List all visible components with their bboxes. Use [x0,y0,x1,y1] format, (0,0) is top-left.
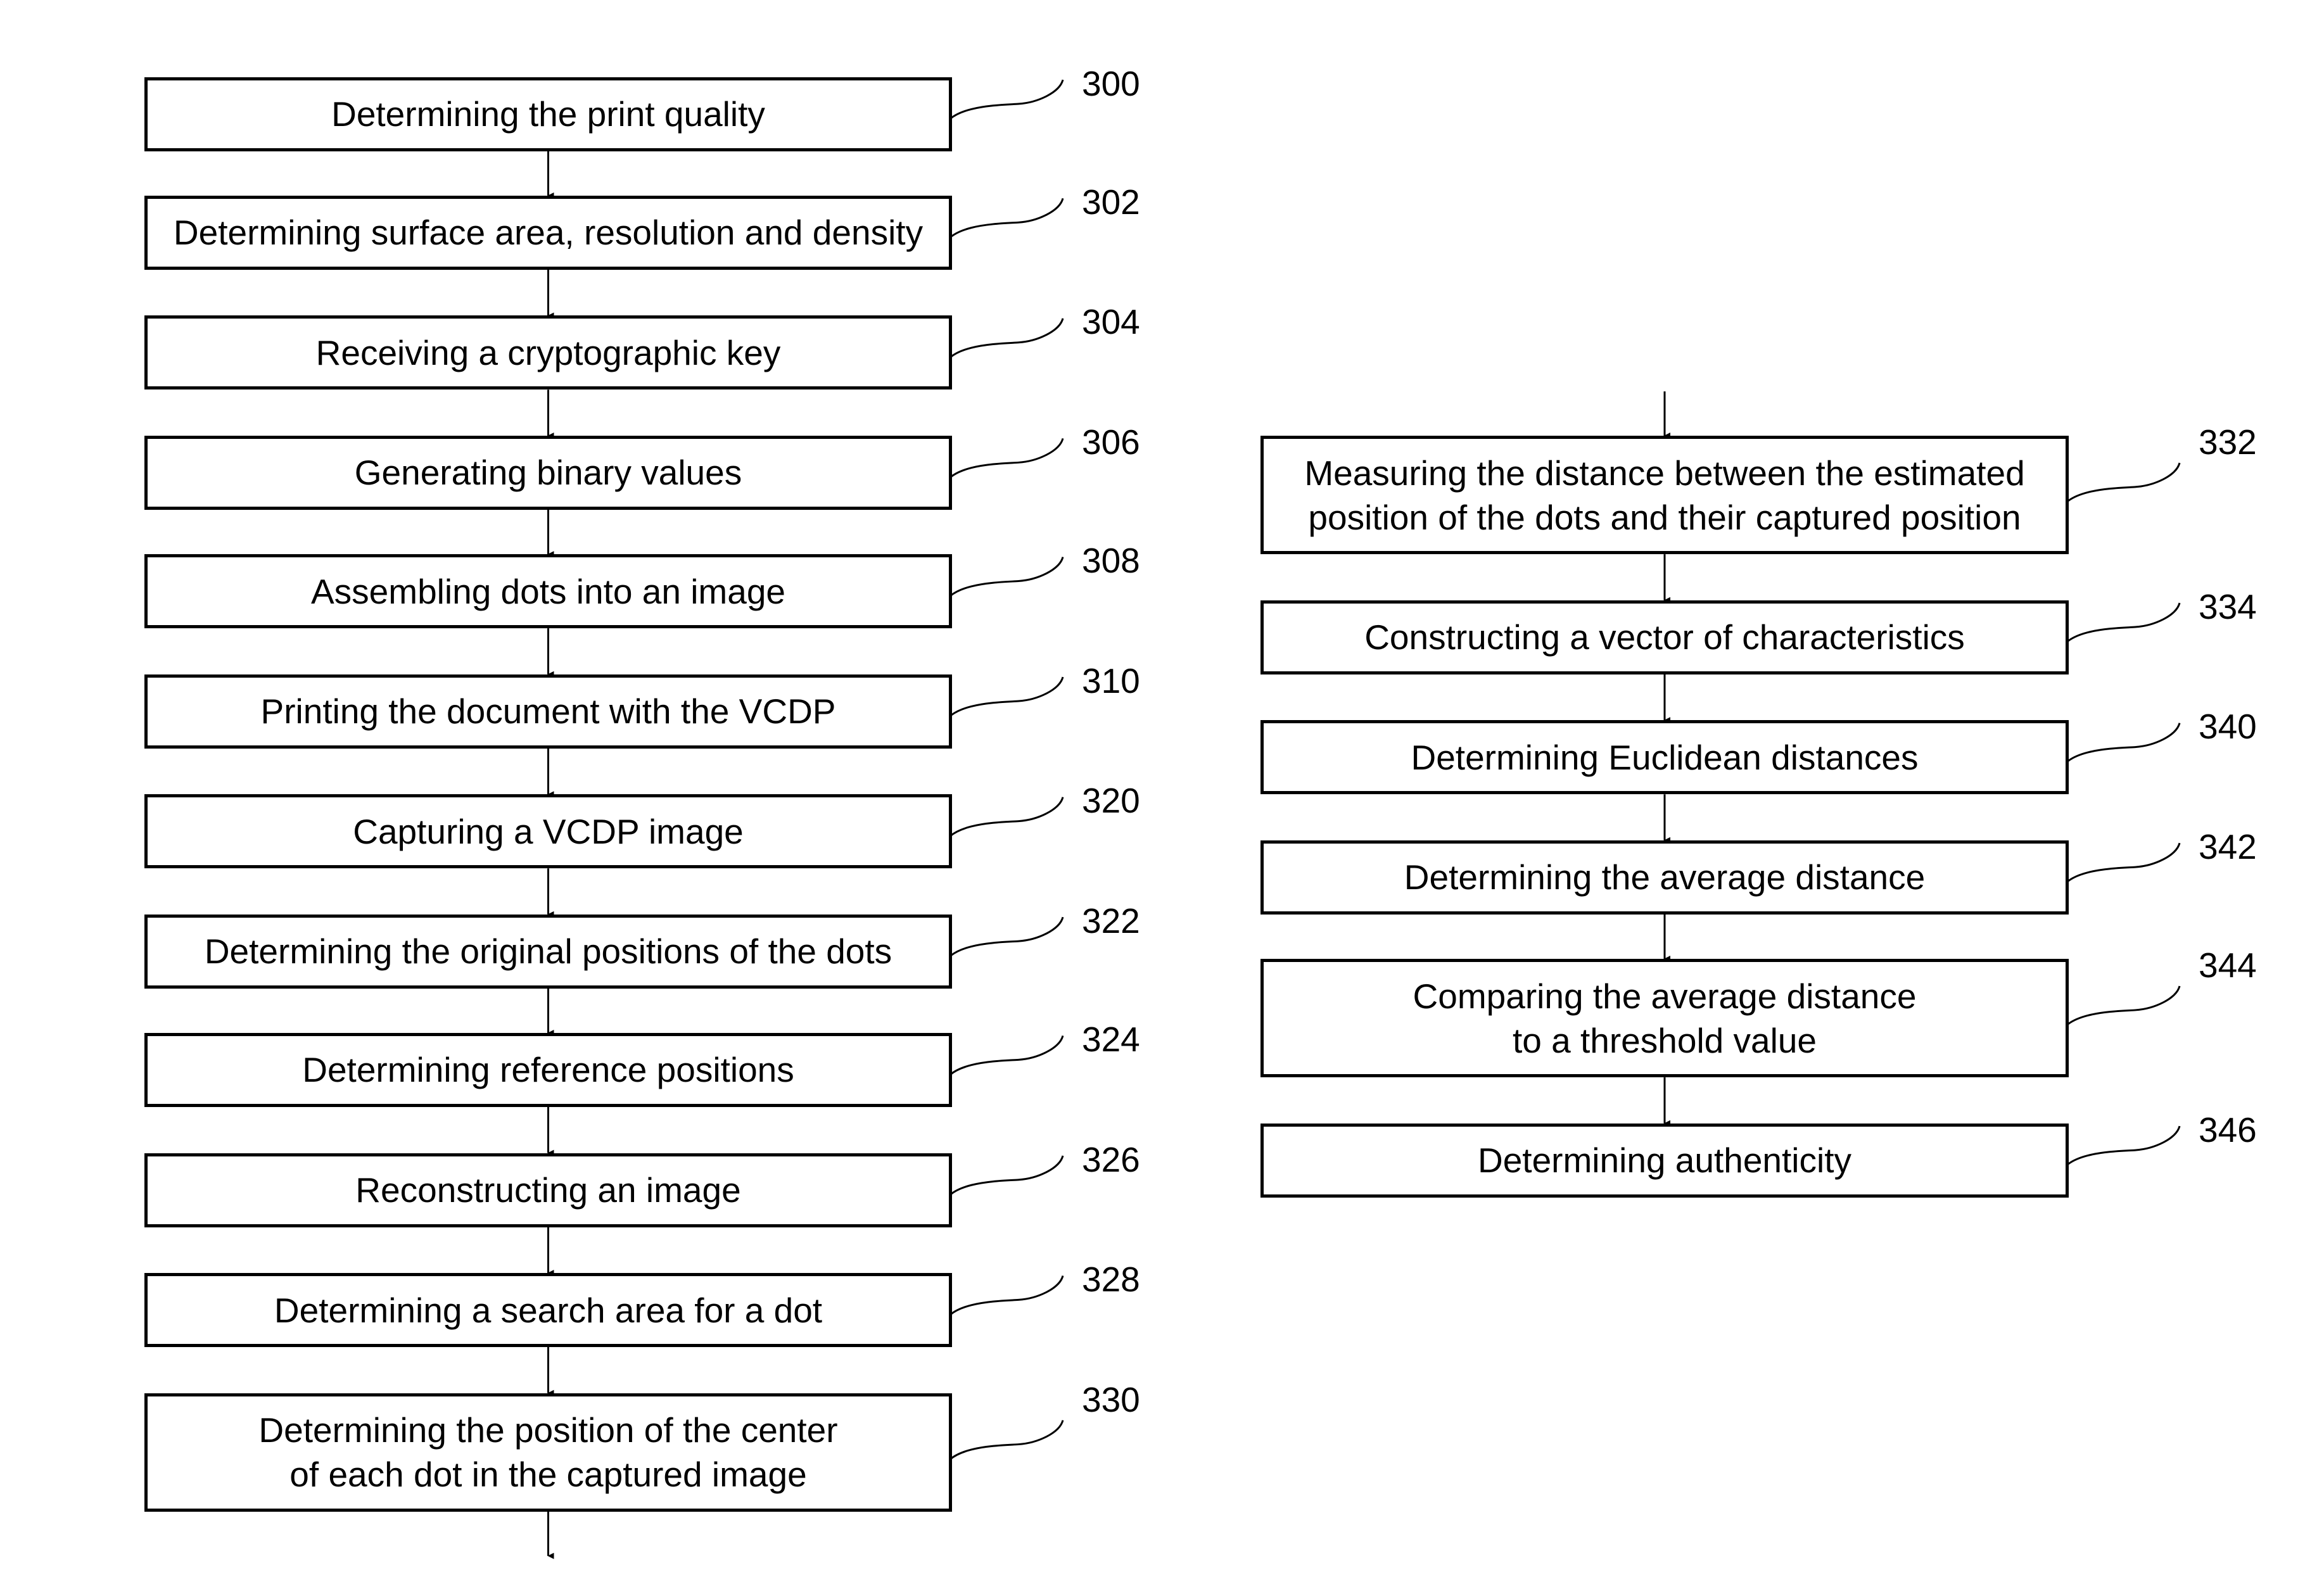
step-box-322: Determining the original positions of th… [144,914,952,989]
step-box-346: Determining authenticity [1260,1123,2069,1198]
leader-line [941,916,1064,968]
step-box-300: Determining the print quality [144,77,952,151]
reference-number-308: 308 [1082,541,1140,581]
step-box-302: Determining surface area, resolution and… [144,195,952,270]
leader-line [941,198,1064,250]
leader-line [941,1155,1064,1207]
reference-number-340: 340 [2199,707,2257,747]
leader-line [941,1035,1064,1087]
step-box-330: Determining the position of the center o… [144,1393,952,1512]
leader-line [941,676,1064,728]
leader-line [941,79,1064,131]
leader-line [2058,842,2181,894]
leader-line [941,1420,1064,1472]
step-box-342: Determining the average distance [1260,840,2069,915]
reference-number-310: 310 [1082,661,1140,700]
leader-line [2058,1125,2181,1177]
reference-number-304: 304 [1082,302,1140,342]
step-box-324: Determining reference positions [144,1032,952,1107]
step-box-310: Printing the document with the VCDP [144,674,952,749]
step-box-306: Generating binary values [144,435,952,510]
reference-number-324: 324 [1082,1019,1140,1059]
step-box-340: Determining Euclidean distances [1260,720,2069,795]
leader-line [941,557,1064,608]
step-box-328: Determining a search area for a dot [144,1273,952,1348]
reference-number-344: 344 [2199,945,2257,985]
reference-number-302: 302 [1082,182,1140,222]
reference-number-300: 300 [1082,63,1140,103]
reference-number-334: 334 [2199,586,2257,626]
leader-line [941,797,1064,849]
step-box-326: Reconstructing an image [144,1153,952,1227]
reference-number-332: 332 [2199,422,2257,462]
leader-line [941,318,1064,370]
leader-line [941,438,1064,490]
reference-number-346: 346 [2199,1110,2257,1149]
leader-line [2058,985,2181,1037]
leader-line [2058,462,2181,514]
leader-line [941,1275,1064,1327]
step-box-308: Assembling dots into an image [144,554,952,629]
reference-number-342: 342 [2199,826,2257,866]
reference-number-322: 322 [1082,901,1140,940]
step-box-332: Measuring the distance between the estim… [1260,435,2069,555]
step-box-320: Capturing a VCDP image [144,794,952,869]
leader-line [2058,602,2181,654]
reference-number-330: 330 [1082,1379,1140,1419]
step-box-304: Receiving a cryptographic key [144,315,952,390]
reference-number-306: 306 [1082,422,1140,462]
reference-number-320: 320 [1082,781,1140,821]
leader-line [2058,723,2181,775]
reference-number-328: 328 [1082,1260,1140,1300]
step-box-334: Constructing a vector of characteristics [1260,600,2069,674]
reference-number-326: 326 [1082,1139,1140,1179]
step-box-344: Comparing the average distance to a thre… [1260,958,2069,1078]
